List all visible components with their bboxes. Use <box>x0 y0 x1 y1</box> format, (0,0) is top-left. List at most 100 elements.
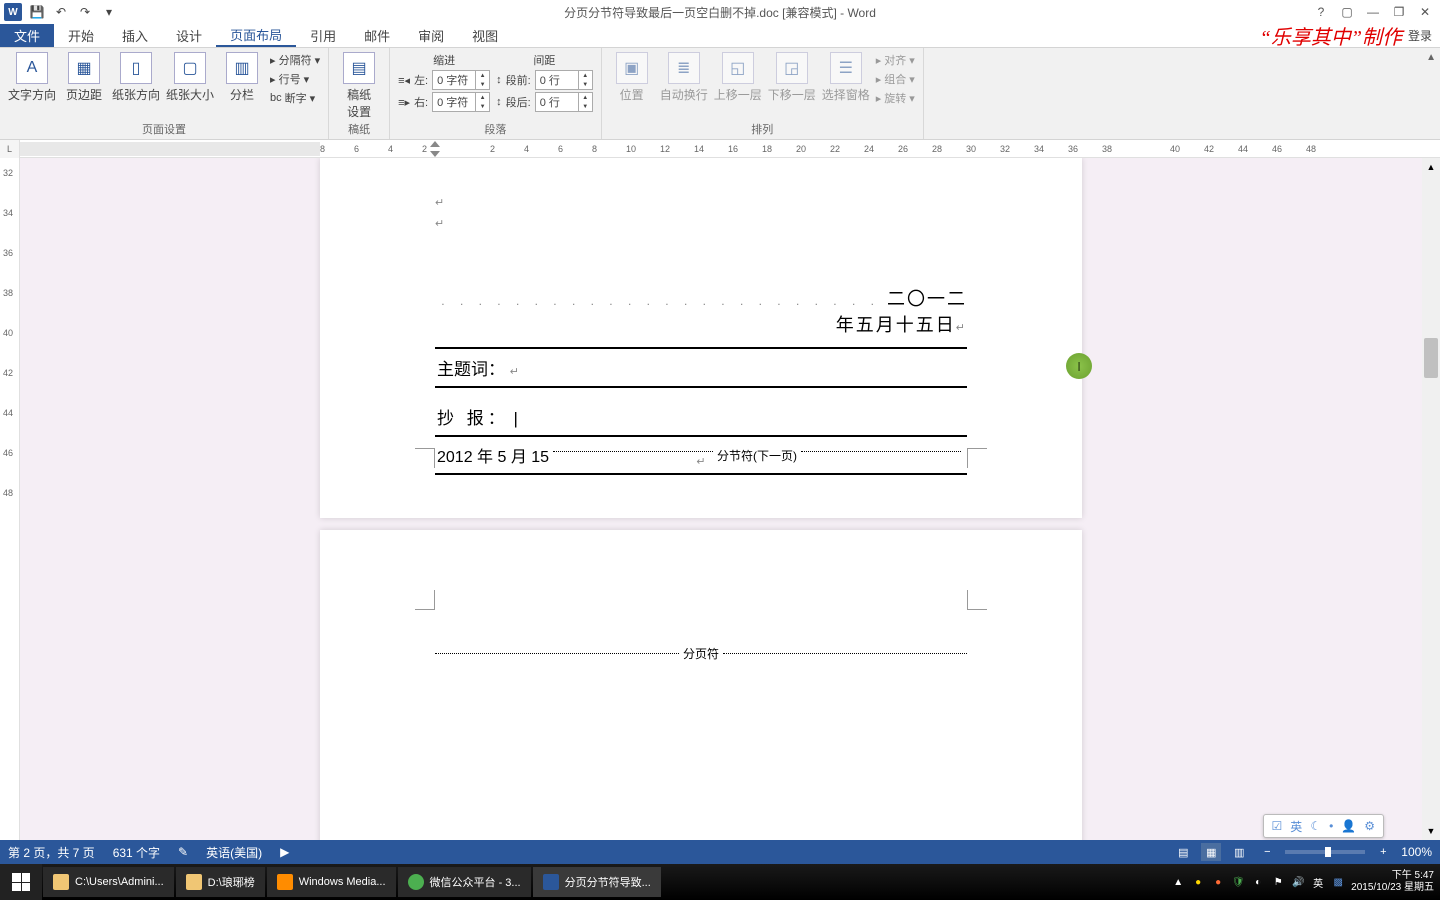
ime-settings-icon[interactable]: ⚙ <box>1364 819 1375 833</box>
spacing-header: 间距 <box>496 52 593 68</box>
taskbar-item[interactable]: 微信公众平台 - 3... <box>398 867 531 897</box>
ime-lang[interactable]: 英 <box>1290 818 1302 835</box>
ime-moon-icon[interactable]: ☾ <box>1310 819 1321 833</box>
maximize-button[interactable]: ❐ <box>1390 3 1408 21</box>
document-page[interactable]: ↵ ↵ . . . . . . . . . . . . . . . . . . … <box>320 158 1082 518</box>
tray-volume-icon[interactable]: 🔊 <box>1291 875 1305 889</box>
tab-references[interactable]: 引用 <box>296 24 350 47</box>
zoom-slider[interactable] <box>1285 850 1365 854</box>
tray-icon[interactable]: ● <box>1211 875 1225 889</box>
language-status[interactable]: 英语(美国) <box>206 844 262 861</box>
close-button[interactable]: ✕ <box>1416 3 1434 21</box>
taskbar-app-icon <box>277 874 293 890</box>
tray-up-icon[interactable]: ▲ <box>1171 875 1185 889</box>
zoom-level[interactable]: 100% <box>1401 845 1432 859</box>
indent-marker-icon[interactable] <box>430 141 440 157</box>
taskbar-app-icon <box>53 874 69 890</box>
ime-opt2-icon[interactable]: 👤 <box>1341 819 1356 833</box>
ime-toolbar[interactable]: ☑ 英 ☾ • 👤 ⚙ <box>1263 814 1384 838</box>
scroll-down-icon[interactable]: ▼ <box>1422 822 1440 840</box>
tray-action-icon[interactable]: ▩ <box>1331 875 1345 889</box>
taskbar-item[interactable]: D:\琅琊榜 <box>176 867 265 897</box>
columns-button[interactable]: ▥分栏 <box>220 52 264 103</box>
paper-size-button[interactable]: ▢纸张大小 <box>166 52 214 103</box>
tab-design[interactable]: 设计 <box>162 24 216 47</box>
tab-review[interactable]: 审阅 <box>404 24 458 47</box>
tab-page-layout[interactable]: 页面布局 <box>216 24 296 47</box>
taskbar-item[interactable]: 分页分节符导致... <box>533 867 661 897</box>
send-backward-button[interactable]: ◲下移一层 <box>768 52 816 103</box>
macro-icon[interactable]: ▶ <box>280 845 289 859</box>
ribbon-display-icon[interactable]: ▢ <box>1338 3 1356 21</box>
tray-clock[interactable]: 下午 5:47 2015/10/23 星期五 <box>1351 870 1434 894</box>
subject-field[interactable]: 主题词： ↵ <box>435 347 967 388</box>
taskbar-app-icon <box>408 874 424 890</box>
align-button[interactable]: ▸ 对齐 ▾ <box>876 52 915 68</box>
qat-customize-icon[interactable]: ▾ <box>100 3 118 21</box>
tab-view[interactable]: 视图 <box>458 24 512 47</box>
minimize-button[interactable]: — <box>1364 3 1382 21</box>
ime-check-icon[interactable]: ☑ <box>1272 819 1283 833</box>
undo-icon[interactable]: ↶ <box>52 3 70 21</box>
vertical-ruler[interactable]: 323436384042444648 <box>0 158 20 840</box>
line-numbers-button[interactable]: ▸ 行号 ▾ <box>270 71 320 87</box>
taskbar-item[interactable]: C:\Users\Admini... <box>43 867 174 897</box>
manuscript-button[interactable]: ▤稿纸 设置 <box>337 52 381 120</box>
tray-lang[interactable]: 英 <box>1311 875 1325 889</box>
tab-mailings[interactable]: 邮件 <box>350 24 404 47</box>
tab-home[interactable]: 开始 <box>54 24 108 47</box>
rotate-button[interactable]: ▸ 旋转 ▾ <box>876 90 915 106</box>
position-button[interactable]: ▣位置 <box>610 52 654 103</box>
zoom-in-button[interactable]: + <box>1373 843 1393 861</box>
read-mode-icon[interactable]: ▤ <box>1173 843 1193 861</box>
scroll-up-icon[interactable]: ▲ <box>1422 158 1440 176</box>
indent-right-input[interactable]: 0 字符▲▼ <box>432 92 490 112</box>
taskbar-item[interactable]: Windows Media... <box>267 867 396 897</box>
space-before-input[interactable]: 0 行▲▼ <box>535 70 593 90</box>
tray-icon[interactable]: ◐ <box>1251 875 1265 889</box>
start-button[interactable] <box>0 864 42 900</box>
selection-pane-button[interactable]: ☰选择窗格 <box>822 52 870 103</box>
document-page[interactable]: 分页符 <box>320 530 1082 840</box>
bring-forward-button[interactable]: ◱上移一层 <box>714 52 762 103</box>
cc-field[interactable]: 抄 报： | <box>435 398 967 437</box>
indent-right-icon: ≡▸ <box>398 96 410 109</box>
print-layout-icon[interactable]: ▦ <box>1201 843 1221 861</box>
taskbar: C:\Users\Admini...D:\琅琊榜Windows Media...… <box>0 864 1440 900</box>
text-direction-button[interactable]: A文字方向 <box>8 52 56 103</box>
redo-icon[interactable]: ↷ <box>76 3 94 21</box>
word-count[interactable]: 631 个字 <box>113 844 160 861</box>
breaks-button[interactable]: ▸ 分隔符 ▾ <box>270 52 320 68</box>
tray-flag-icon[interactable]: ⚑ <box>1271 875 1285 889</box>
size-label: 纸张大小 <box>166 86 214 103</box>
save-icon[interactable]: 💾 <box>28 3 46 21</box>
collapse-ribbon-icon[interactable]: ▲ <box>1426 52 1436 63</box>
web-layout-icon[interactable]: ▥ <box>1229 843 1249 861</box>
group-button[interactable]: ▸ 组合 ▾ <box>876 71 915 87</box>
ime-opt1-icon[interactable]: • <box>1329 819 1333 833</box>
help-icon[interactable]: ? <box>1312 3 1330 21</box>
arrange-group-label: 排列 <box>610 121 915 137</box>
space-after-input[interactable]: 0 行▲▼ <box>535 92 593 112</box>
vertical-scrollbar[interactable]: ▲ ▼ <box>1422 158 1440 840</box>
login-link[interactable]: 登录 <box>1408 27 1432 44</box>
hyphenation-button[interactable]: bc 断字 ▾ <box>270 90 320 106</box>
zoom-out-button[interactable]: − <box>1257 843 1277 861</box>
document-area: 323436384042444648 ↵ ↵ . . . . . . . . .… <box>0 158 1440 840</box>
group-paragraph: 缩进 ≡◂左:0 字符▲▼ ≡▸右:0 字符▲▼ 间距 ↕段前:0 行▲▼ ↕段… <box>390 48 602 139</box>
spell-check-icon[interactable]: ✎ <box>178 845 188 859</box>
paragraph-group-label: 段落 <box>398 121 593 137</box>
tray-shield-icon[interactable]: 🛡 <box>1231 875 1245 889</box>
orientation-button[interactable]: ▯纸张方向 <box>112 52 160 103</box>
margins-button[interactable]: ▦页边距 <box>62 52 106 103</box>
tab-file[interactable]: 文件 <box>0 24 54 47</box>
scroll-thumb[interactable] <box>1424 338 1438 378</box>
tray-icon[interactable]: ● <box>1191 875 1205 889</box>
indent-left-input[interactable]: 0 字符▲▼ <box>432 70 490 90</box>
page-setup-group-label: 页面设置 <box>8 121 320 137</box>
tab-insert[interactable]: 插入 <box>108 24 162 47</box>
wrap-text-button[interactable]: ≣自动换行 <box>660 52 708 103</box>
ruler-corner[interactable]: L <box>0 140 20 158</box>
horizontal-ruler[interactable]: L 86422468101214161820222426283032343638… <box>0 140 1440 158</box>
page-status[interactable]: 第 2 页，共 7 页 <box>8 844 95 861</box>
